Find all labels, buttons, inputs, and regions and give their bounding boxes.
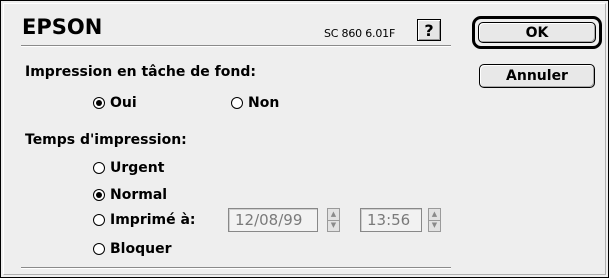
radio-label-urgent: Urgent — [110, 160, 165, 176]
background-printing-label: Impression en tâche de fond: — [25, 64, 256, 80]
radio-unchecked-icon — [93, 162, 105, 174]
print-time-field[interactable]: 13:56 — [360, 208, 422, 232]
radio-checked-icon — [93, 97, 105, 109]
radio-label-non: Non — [248, 95, 280, 111]
radio-print-normal[interactable]: Normal — [93, 187, 167, 203]
radio-checked-icon — [93, 189, 105, 201]
time-stepper[interactable]: ▲ ▼ — [428, 208, 441, 232]
driver-version: SC 860 6.01F — [324, 27, 396, 40]
radio-unchecked-icon — [93, 243, 105, 255]
print-options-dialog: EPSON SC 860 6.01F ? OK Annuler Impressi… — [0, 0, 609, 278]
stepper-up-icon[interactable]: ▲ — [328, 209, 339, 220]
radio-print-urgent[interactable]: Urgent — [93, 160, 164, 176]
stepper-down-icon[interactable]: ▼ — [429, 219, 440, 232]
epson-logo: EPSON — [22, 15, 103, 39]
stepper-up-icon[interactable]: ▲ — [429, 209, 440, 220]
help-button[interactable]: ? — [417, 19, 441, 41]
radio-label-normal: Normal — [110, 187, 168, 203]
radio-print-at-time[interactable]: Imprimé à: — [93, 212, 196, 228]
radio-unchecked-icon — [231, 97, 243, 109]
date-stepper[interactable]: ▲ ▼ — [327, 208, 340, 232]
print-time-label: Temps d'impression: — [25, 132, 187, 148]
header-divider — [21, 45, 451, 47]
radio-background-non[interactable]: Non — [231, 95, 279, 111]
radio-unchecked-icon — [93, 214, 105, 226]
cancel-button[interactable]: Annuler — [479, 64, 595, 88]
radio-label-imprime-a: Imprimé à: — [110, 212, 196, 228]
stepper-down-icon[interactable]: ▼ — [328, 219, 339, 232]
question-mark-icon: ? — [424, 20, 434, 40]
print-date-field[interactable]: 12/08/99 — [228, 208, 318, 232]
ok-button-default-ring: OK — [472, 16, 602, 49]
footer-divider — [21, 267, 451, 269]
radio-label-bloquer: Bloquer — [110, 241, 172, 257]
radio-background-oui[interactable]: Oui — [93, 95, 137, 111]
ok-button[interactable]: OK — [478, 22, 596, 43]
radio-print-hold[interactable]: Bloquer — [93, 241, 171, 257]
radio-label-oui: Oui — [110, 95, 137, 111]
